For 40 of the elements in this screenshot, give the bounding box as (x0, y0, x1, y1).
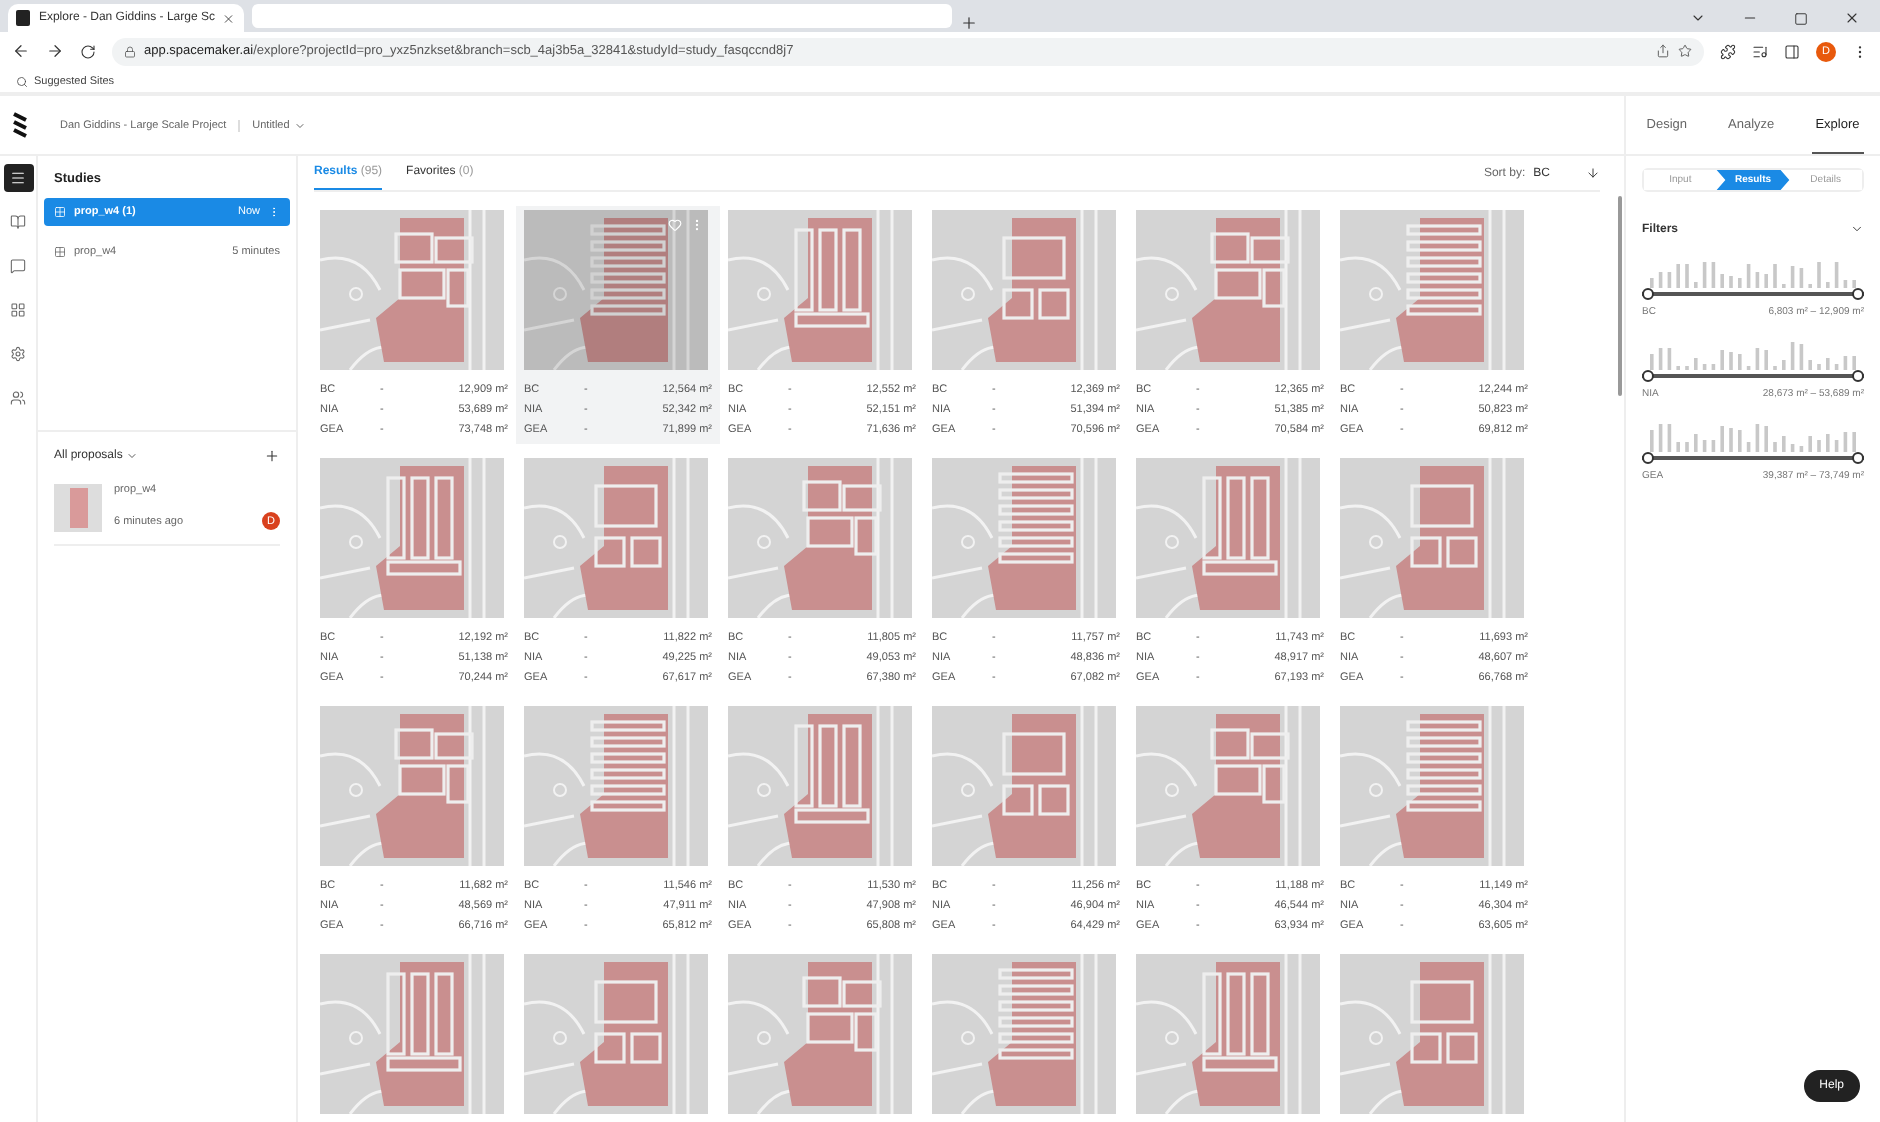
scrollbar[interactable] (1618, 196, 1622, 396)
slider-handle[interactable] (1642, 370, 1654, 382)
slider-handle[interactable] (1852, 370, 1864, 382)
back-icon[interactable] (12, 42, 30, 60)
add-icon[interactable] (264, 448, 280, 464)
share-icon[interactable] (1656, 44, 1670, 58)
puzzle-icon[interactable] (1720, 43, 1736, 59)
grid-icon (54, 246, 66, 258)
menu-icon (10, 170, 26, 186)
slider-handle[interactable] (1642, 452, 1654, 464)
book-icon (10, 214, 26, 230)
range-slider[interactable] (1642, 452, 1864, 464)
settings-icon (10, 346, 26, 362)
chevron-icon[interactable] (1850, 222, 1864, 236)
logo-icon (12, 112, 28, 138)
slider-handle[interactable] (1852, 452, 1864, 464)
forward-icon[interactable] (46, 42, 64, 60)
lock-icon (124, 45, 136, 57)
chevron-icon (293, 119, 306, 131)
apps-icon (10, 302, 26, 318)
sidebar-icon[interactable] (1784, 43, 1800, 59)
favicon-icon (16, 10, 31, 26)
slider-handle[interactable] (1642, 288, 1654, 300)
restore-icon[interactable] (1794, 11, 1808, 25)
menu-button[interactable] (3, 164, 33, 192)
search-icon (16, 75, 28, 87)
reload-icon[interactable] (80, 43, 96, 59)
grid-icon (54, 206, 66, 218)
playlist-icon[interactable] (1752, 43, 1768, 59)
slider-handle[interactable] (1852, 288, 1864, 300)
people-icon (10, 390, 26, 406)
star-icon[interactable] (1678, 44, 1692, 58)
site-thumbnail (54, 484, 102, 532)
chevron-icon[interactable] (1690, 10, 1706, 26)
sort-direction-icon[interactable] (1586, 166, 1600, 180)
new-tab-icon[interactable] (960, 14, 978, 32)
comment-icon (10, 258, 26, 274)
range-slider[interactable] (1642, 288, 1864, 300)
range-slider[interactable] (1642, 370, 1864, 382)
close-icon[interactable] (1844, 10, 1860, 26)
